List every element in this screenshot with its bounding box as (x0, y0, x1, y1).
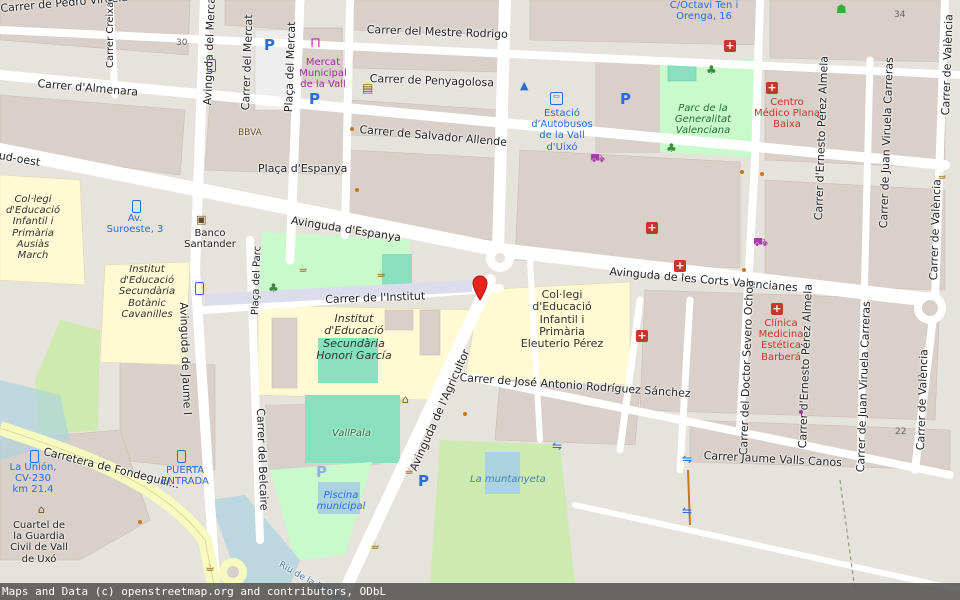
hospital-icon[interactable]: + (766, 82, 778, 94)
poi-label-ies-cavanilles: Institut d'Educació Secundària Botànic C… (118, 264, 176, 320)
hospital-icon[interactable]: + (771, 303, 783, 315)
bus-stop-icon[interactable] (207, 59, 216, 72)
hospital-icon[interactable]: + (674, 260, 686, 272)
poi-label-puerta: PUERTA ENTRADA (161, 465, 209, 488)
house-number: 22 (895, 427, 907, 437)
poi-dot[interactable] (350, 127, 354, 131)
poi-label-mercat: Mercat Municipal de la Vall (299, 57, 347, 91)
poi-dot[interactable] (742, 268, 746, 272)
parking-icon[interactable]: P (264, 38, 275, 53)
bus-stop-icon[interactable]: ▭ (550, 92, 563, 105)
sport-icon[interactable]: ☗ (836, 3, 847, 15)
bridge-icon: ⇋ (682, 452, 693, 466)
poi-label-octavi: C/Octavi Ten i Orenga, 16 (669, 0, 739, 23)
poi-label-bus-station: Estació d'Autobusos de la Vall d'Uixó (531, 108, 593, 153)
poi-label-muntanyeta: La muntanyeta (470, 474, 546, 485)
poi-dot[interactable] (740, 170, 744, 174)
poi-label-cuartel: Cuartel de la Guardia Civil de Vall de U… (10, 520, 68, 565)
location-marker-icon[interactable] (472, 275, 488, 305)
bridge-icon: ⇋ (682, 504, 693, 518)
poi-label-piscina: Piscina municipal (316, 490, 366, 513)
poi-label-ies-garcia: Institut d'Educació Secundària Honori Ga… (316, 312, 392, 362)
house-number: 34 (894, 10, 906, 20)
tree-icon: ♣ (666, 141, 677, 155)
cafe-icon[interactable]: ☕ (298, 263, 308, 274)
car-icon: ▲ (520, 79, 529, 92)
hospital-icon[interactable]: + (636, 330, 648, 342)
poi-label-clinica: Clínica Medicina Estética Barberá (758, 318, 804, 363)
cafe-icon[interactable]: ☕ (404, 465, 414, 476)
house-number: 30 (176, 38, 188, 48)
poi-dot[interactable] (799, 410, 803, 414)
police-icon[interactable]: ⌂ (38, 504, 45, 515)
bus-stop-icon[interactable] (132, 200, 141, 213)
bridge-icon: ⇋ (552, 439, 563, 453)
poi-label-la-union: La Unión, CV-230 km 21.4 (9, 462, 57, 496)
books-icon[interactable]: ▤ (362, 82, 373, 94)
poi-label-av-suroeste: Av. Suroeste, 3 (106, 213, 164, 236)
cafe-icon[interactable]: ☕ (205, 562, 215, 573)
map-canvas[interactable]: Carrer de Pedro Viruela Carrer Creixach … (0, 0, 960, 600)
hospital-icon[interactable]: + (646, 222, 658, 234)
market-icon[interactable]: ⊓ (310, 36, 321, 50)
poi-label-santander: Banco Santander (184, 228, 236, 251)
poi-dot[interactable] (760, 172, 764, 176)
poi-label-vallpala: VallPala (332, 428, 371, 439)
poi-dot[interactable] (463, 412, 467, 416)
cafe-icon[interactable]: ⌂ (402, 394, 409, 405)
bank-icon[interactable]: ▣ (196, 214, 206, 225)
poi-label-centro-medico: Centro Médico Plana Baixa (753, 97, 821, 131)
hospital-icon[interactable]: + (724, 40, 736, 52)
poi-dot[interactable] (138, 520, 142, 524)
tree-icon: ♣ (706, 63, 717, 77)
map-attribution: Maps and Data (c) openstreetmap.org and … (0, 583, 960, 600)
bus-stop-icon[interactable] (30, 450, 39, 463)
shop-icon[interactable]: ⛟ (590, 152, 605, 164)
parking-icon[interactable]: P (309, 92, 320, 107)
bus-stop-icon[interactable] (195, 282, 204, 295)
tree-icon: ♣ (268, 281, 279, 295)
poi-label-ceip-eleuterio: Col·legi d'Educació Infantil i Primària … (520, 288, 604, 351)
street-label: Carrer Creixach (105, 0, 116, 68)
poi-label-ceip-ausias: Col·legi d'Educació Infantil i Primària … (5, 194, 61, 261)
poi-dot[interactable] (355, 188, 359, 192)
parking-icon: P (316, 463, 327, 481)
parking-icon[interactable]: P (418, 474, 429, 489)
cafe-icon[interactable]: ☕ (937, 170, 947, 181)
square-label: Plaça d'Espanya (258, 162, 348, 175)
cafe-icon[interactable]: ☕ (370, 540, 380, 551)
poi-label-park: Parc de la Generalitat Valenciana (674, 103, 732, 137)
shop-icon[interactable]: ⛟ (753, 236, 768, 248)
street-label: Carrer del Belcaire (254, 407, 271, 511)
cafe-icon[interactable]: ☕ (376, 268, 386, 279)
bus-stop-icon[interactable] (177, 450, 186, 463)
poi-label-bbva: BBVA (238, 128, 262, 138)
parking-icon[interactable]: P (620, 92, 631, 107)
